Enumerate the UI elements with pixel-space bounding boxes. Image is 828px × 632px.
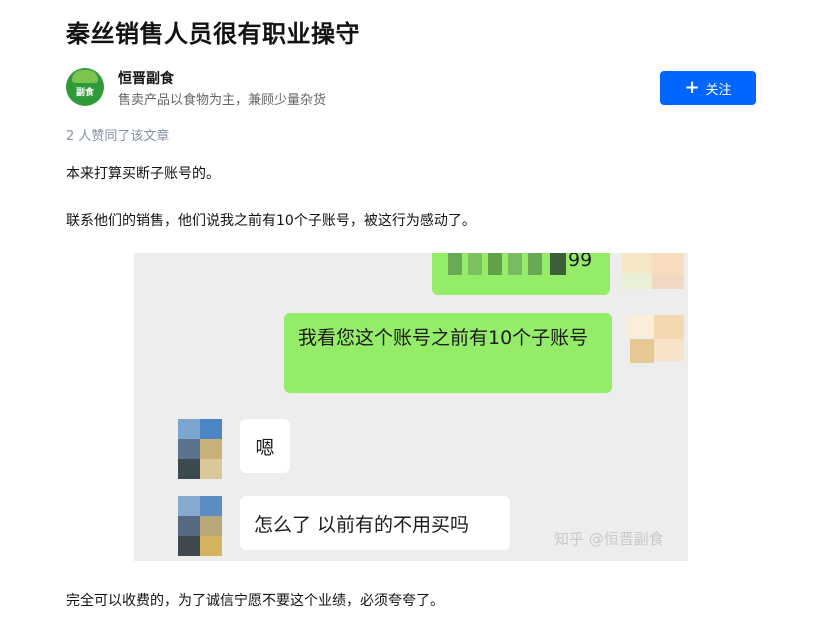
avatar-label: 副食 [75,88,94,98]
pixel-blur [508,253,522,275]
pixel-blur [528,253,542,275]
pixel-blur [630,339,654,363]
paragraph-3: 完全可以收费的，为了诚信宁愿不要这个业绩，必须夸夸了。 [66,593,444,609]
paragraph-1: 本来打算买断子账号的。 [66,166,220,182]
chat-bubble-received: 怎么了 以前有的不用买吗 [240,496,510,550]
pixel-blur [654,339,684,361]
author-bio: 售卖产品以食物为主，兼顾少量杂货 [118,93,327,108]
chat-bubble-sent: 我看您这个账号之前有10个子账号 [284,313,612,393]
plus-icon: + [684,77,700,98]
pixel-blur [652,275,684,289]
pixel-blur [652,253,684,275]
pixel-blur [488,253,502,275]
pixel-blur [654,315,684,339]
pixel-blur [622,273,652,289]
contact-avatar [178,496,222,556]
author-avatar[interactable]: 副食 [66,68,104,106]
image-watermark: 知乎 @恒晋副食 [554,530,664,548]
pixel-blur [626,315,654,337]
article-title: 秦丝销售人员很有职业操守 [66,20,360,48]
follow-button[interactable]: + 关注 [660,71,756,105]
chat-screenshot-image[interactable]: 99 我看您这个账号之前有10个子账号 嗯 怎么了 以前有的不用买吗 知乎 @恒… [134,253,688,561]
follow-button-label: 关注 [705,82,732,98]
pixel-blur [468,253,482,275]
partial-number: 99 [568,253,593,271]
pixel-blur [448,253,462,275]
contact-avatar [178,419,222,479]
green-leaf-logo-icon [72,70,98,83]
likes-count[interactable]: 2 人赞同了该文章 [66,125,169,144]
author-row: 副食 恒晋副食 售卖产品以食物为主，兼顾少量杂货 + 关注 [66,68,756,110]
chat-bubble-received: 嗯 [240,419,290,473]
chat-bubble-partial: 99 [432,253,610,295]
pixel-blur [550,253,566,275]
pixel-blur [622,253,652,273]
author-name[interactable]: 恒晋副食 [118,68,174,88]
paragraph-2: 联系他们的销售，他们说我之前有10个子账号，被这行为感动了。 [66,213,476,229]
